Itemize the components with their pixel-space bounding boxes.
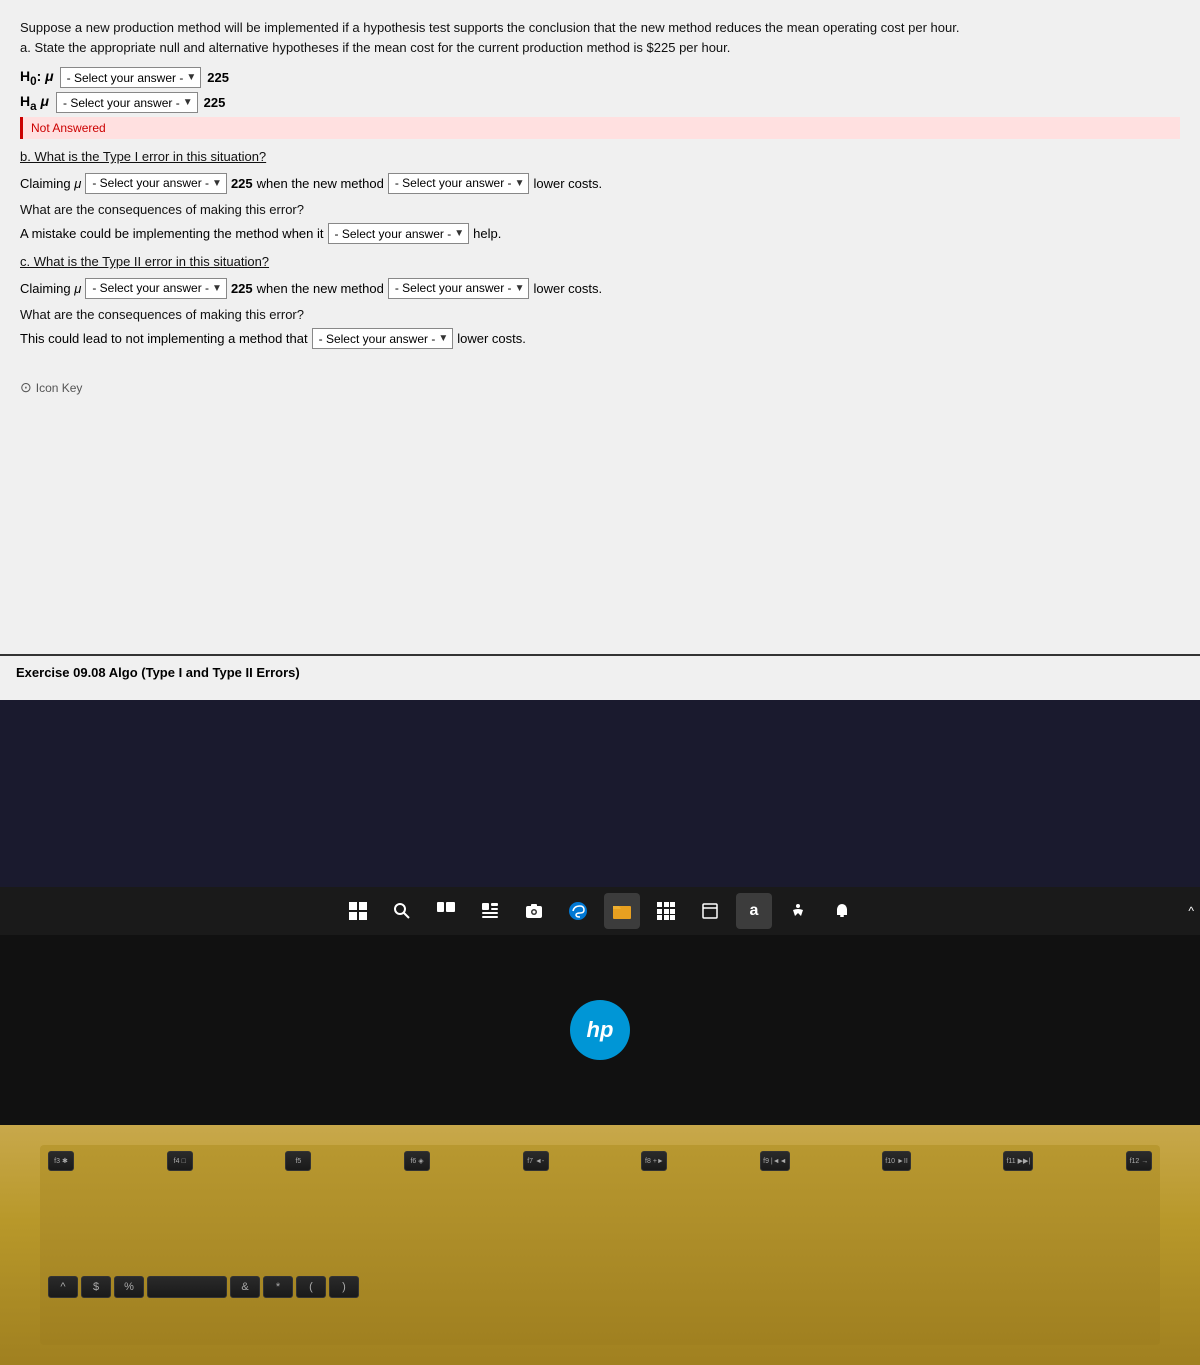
part-b-consequence-select-label: - Select your answer - [335,227,452,241]
key-dollar[interactable]: $ [81,1276,111,1298]
edge-icon[interactable] [560,893,596,929]
part-c-suffix1: when the new method [257,281,384,296]
h0-value: 225 [207,70,229,85]
exercise-label: Exercise 09.08 Algo (Type I and Type II … [16,665,300,680]
h0-chevron-icon: ▼ [186,72,196,83]
widgets-icon[interactable] [472,893,508,929]
part-b-consequence-suffix: help. [473,226,501,241]
keyboard-area: f3 ✱ f4 □ f5 f6 ◈ f7 ◄- f8 +► f9 |◄◄ f10… [40,1145,1160,1345]
window-icon[interactable] [692,893,728,929]
part-c-title: c. What is the Type II error in this sit… [20,252,1180,272]
part-c-claiming-row: Claiming μ - Select your answer - ▼ 225 … [20,278,1180,299]
part-b-consequence-row: A mistake could be implementing the meth… [20,223,1180,244]
h0-select[interactable]: - Select your answer - ▼ [60,67,202,88]
key-f11[interactable]: f11 ▶▶| [1003,1151,1033,1171]
key-f3[interactable]: f3 ✱ [48,1151,74,1171]
part-c-value: 225 [231,281,253,296]
keyboard-letter-icon[interactable]: a [736,893,772,929]
task-view-icon[interactable] [428,893,464,929]
key-f7[interactable]: f7 ◄- [523,1151,549,1171]
part-b-select1[interactable]: - Select your answer - ▼ [85,173,227,194]
key-f9[interactable]: f9 |◄◄ [760,1151,789,1171]
part-c-consequence-row: This could lead to not implementing a me… [20,328,1180,349]
part-b-s1-chevron-icon: ▼ [212,178,222,189]
part-c-consequence-text: This could lead to not implementing a me… [20,331,308,346]
not-answered-text: Not Answered [31,121,106,135]
key-f5[interactable]: f5 [285,1151,311,1171]
icon-key-label: Icon Key [36,381,83,395]
h1-select-label: - Select your answer - [63,96,180,110]
problem-part-a: a. State the appropriate null and altern… [20,40,730,55]
part-b-claiming-row: Claiming μ - Select your answer - ▼ 225 … [20,173,1180,194]
part-b-value: 225 [231,176,253,191]
key-close-paren[interactable]: ) [329,1276,359,1298]
part-c-select1-label: - Select your answer - [92,281,209,295]
hp-screen-area: hp [0,935,1200,1125]
notification-icon[interactable] [824,893,860,929]
accessibility-icon[interactable] [780,893,816,929]
grid-apps-icon[interactable] [648,893,684,929]
key-f4[interactable]: f4 □ [167,1151,193,1171]
part-c-select2[interactable]: - Select your answer - ▼ [388,278,530,299]
part-c-consequence-label: What are the consequences of making this… [20,305,1180,325]
key-percent[interactable]: % [114,1276,144,1298]
start-icon[interactable] [340,893,376,929]
part-c-select2-label: - Select your answer - [395,281,512,295]
part-b-consequence-label: What are the consequences of making this… [20,200,1180,220]
part-b-suffix2: lower costs. [533,176,602,191]
taskbar-chevron-up-icon[interactable]: ^ [1188,904,1194,918]
part-b-title-struck: b. What is the Type I error in this situ… [20,147,1180,167]
part-b-s2-chevron-icon: ▼ [515,178,525,189]
part-c-s1-chevron-icon: ▼ [212,283,222,294]
part-b-suffix1: when the new method [257,176,384,191]
part-c-consequence-select-label: - Select your answer - [319,332,436,346]
problem-intro: Suppose a new production method will be … [20,20,959,35]
h1-chevron-icon: ▼ [183,97,193,108]
part-c-consequence-select[interactable]: - Select your answer - ▼ [312,328,454,349]
key-f12[interactable]: f12 → [1126,1151,1152,1171]
key-asterisk[interactable]: * [263,1276,293,1298]
h0-label: H0: μ [20,68,54,88]
laptop-body: f3 ✱ f4 □ f5 f6 ◈ f7 ◄- f8 +► f9 |◄◄ f10… [0,1125,1200,1365]
problem-statement: Suppose a new production method will be … [20,18,1180,57]
part-b-select2-label: - Select your answer - [395,176,512,190]
claiming-prefix-c: Claiming μ [20,281,81,296]
part-b-consequence-text: A mistake could be implementing the meth… [20,226,324,241]
main-key-row: ^ $ % & * ( ) [40,1274,1160,1300]
part-c-consequence-suffix: lower costs. [457,331,526,346]
h0-select-label: - Select your answer - [67,71,184,85]
hp-logo: hp [570,1000,630,1060]
key-f10[interactable]: f10 ►II [882,1151,911,1171]
key-caret[interactable]: ^ [48,1276,78,1298]
part-b-select1-label: - Select your answer - [92,176,209,190]
h1-row: Ha μ - Select your answer - ▼ 225 [20,92,1180,113]
taskbar: a ^ [0,887,1200,935]
key-f6[interactable]: f6 ◈ [404,1151,430,1171]
key-open-paren[interactable]: ( [296,1276,326,1298]
not-answered-badge: Not Answered [20,117,1180,139]
claiming-prefix-b: Claiming μ [20,176,81,191]
key-f8[interactable]: f8 +► [641,1151,667,1171]
part-c-suffix2: lower costs. [533,281,602,296]
part-b-consequence-select[interactable]: - Select your answer - ▼ [328,223,470,244]
h1-label: Ha μ [20,93,50,113]
h0-row: H0: μ - Select your answer - ▼ 225 [20,67,1180,88]
h1-value: 225 [204,95,226,110]
key-ampersand[interactable]: & [230,1276,260,1298]
part-c-select1[interactable]: - Select your answer - ▼ [85,278,227,299]
exercise-footer-bar: Exercise 09.08 Algo (Type I and Type II … [0,654,1200,690]
file-explorer-icon[interactable] [604,893,640,929]
part-c-cs-chevron-icon: ▼ [438,333,448,344]
camera-icon[interactable] [516,893,552,929]
part-c-s2-chevron-icon: ▼ [515,283,525,294]
h1-select[interactable]: - Select your answer - ▼ [56,92,198,113]
icon-key-section: ⊙ Icon Key [20,379,1180,396]
icon-key-symbol: ⊙ [20,379,32,396]
main-content-area: Suppose a new production method will be … [0,0,1200,700]
part-b-select2[interactable]: - Select your answer - ▼ [388,173,530,194]
key-space[interactable] [147,1276,227,1298]
fn-key-row: f3 ✱ f4 □ f5 f6 ◈ f7 ◄- f8 +► f9 |◄◄ f10… [40,1145,1160,1174]
part-b-cs-chevron-icon: ▼ [454,228,464,239]
search-icon[interactable] [384,893,420,929]
